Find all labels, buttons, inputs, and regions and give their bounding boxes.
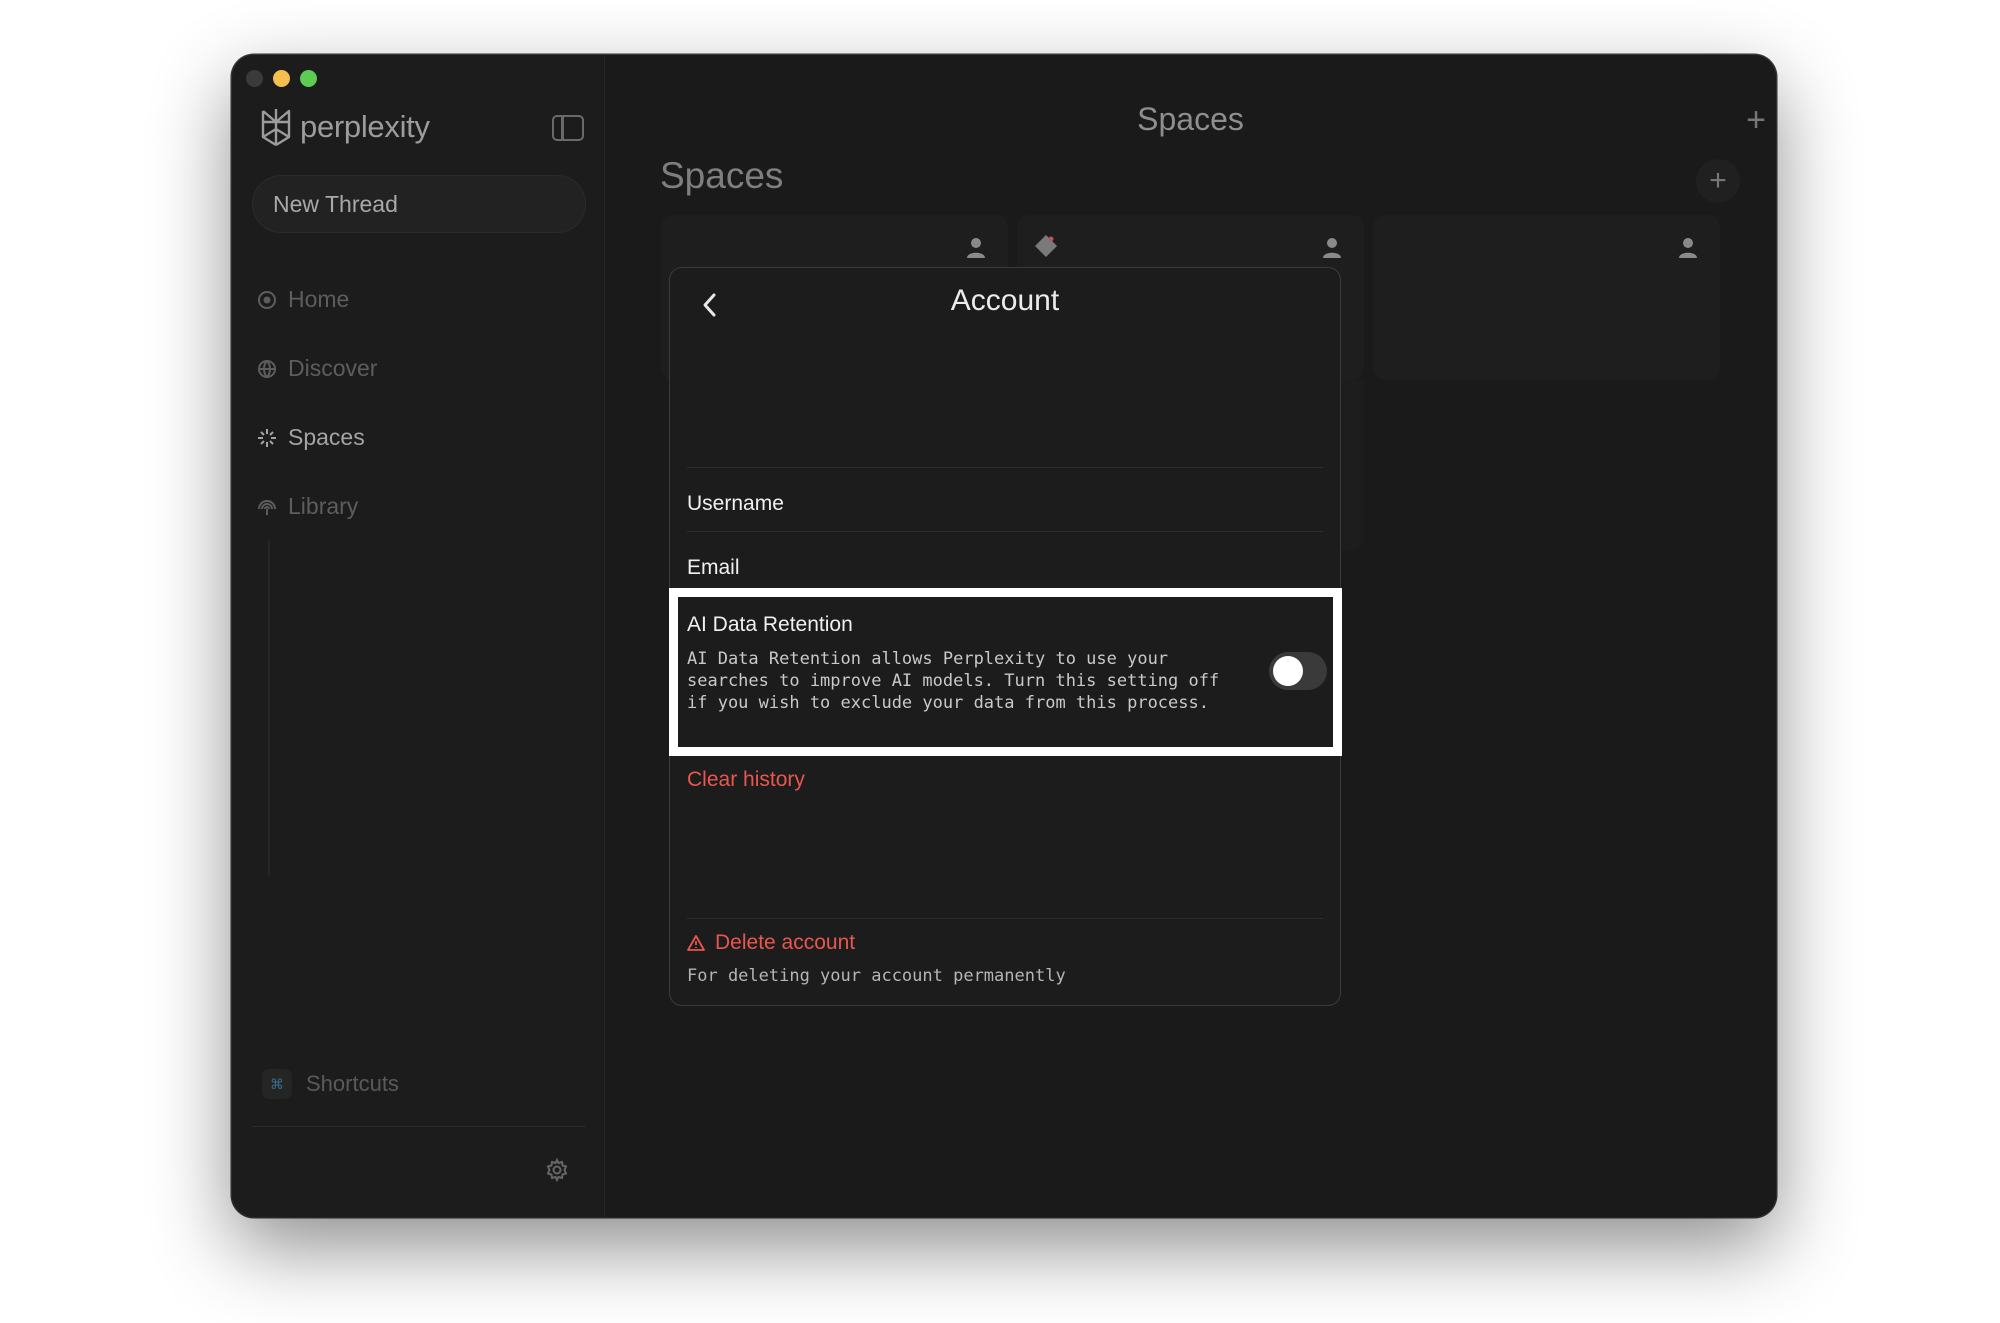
- spaces-heading: Spaces: [660, 155, 784, 196]
- sidebar-item-discover[interactable]: Discover: [256, 334, 377, 403]
- library-icon: [258, 499, 276, 515]
- sidebar-item-label: Library: [288, 493, 359, 519]
- warning-icon: [687, 935, 705, 951]
- add-space-button[interactable]: +: [1696, 159, 1740, 203]
- command-key-icon: ⌘: [262, 1069, 292, 1099]
- plus-icon: +: [1709, 164, 1727, 197]
- clear-history-button[interactable]: Clear history: [687, 768, 805, 792]
- sidebar-item-spaces[interactable]: Spaces: [256, 403, 377, 472]
- sidebar-nav: Home Discover Spaces Library: [256, 265, 377, 541]
- perplexity-logo-icon: [261, 109, 291, 147]
- divider: [687, 467, 1323, 468]
- sidebar: perplexity New Thread Home Discover Spac…: [232, 55, 605, 1217]
- divider: [687, 918, 1323, 919]
- delete-account-label: Delete account: [715, 931, 856, 954]
- delete-account-description: For deleting your account permanently: [687, 966, 1066, 986]
- minimize-window-button[interactable]: [273, 70, 290, 87]
- shortcuts-button[interactable]: ⌘ Shortcuts: [262, 1069, 399, 1099]
- username-label: Username: [687, 492, 784, 515]
- maximize-window-button[interactable]: [300, 70, 317, 87]
- tag-icon: [1035, 235, 1057, 257]
- new-thread-label: New Thread: [273, 190, 398, 217]
- gear-icon[interactable]: [545, 1158, 569, 1182]
- sidebar-toggle-icon[interactable]: [552, 115, 584, 141]
- add-icon[interactable]: +: [1746, 101, 1766, 140]
- ai-data-retention-section: AI Data Retention AI Data Retention allo…: [669, 588, 1342, 756]
- sidebar-divider: [252, 1126, 586, 1127]
- brand-logo[interactable]: perplexity: [258, 107, 430, 147]
- email-label: Email: [687, 556, 740, 579]
- sidebar-item-label: Spaces: [288, 424, 365, 450]
- shortcuts-label: Shortcuts: [306, 1071, 399, 1096]
- sidebar-item-label: Discover: [288, 355, 378, 381]
- space-card[interactable]: [1373, 215, 1720, 380]
- sidebar-item-home[interactable]: Home: [256, 265, 377, 334]
- close-window-button[interactable]: [246, 70, 263, 87]
- delete-account-button[interactable]: Delete account: [687, 931, 855, 955]
- spaces-icon: [258, 428, 276, 447]
- user-icon: [1679, 238, 1697, 258]
- user-icon: [967, 238, 985, 258]
- ai-data-retention-title: AI Data Retention: [687, 613, 853, 636]
- sidebar-item-library[interactable]: Library: [256, 472, 377, 541]
- home-search-icon: [258, 290, 276, 309]
- sidebar-item-label: Home: [288, 286, 350, 312]
- globe-icon: [258, 359, 276, 378]
- account-modal: Account Username Email AI Data Retention…: [669, 267, 1342, 1006]
- user-icon: [1323, 238, 1341, 258]
- page-title: Spaces: [1137, 101, 1244, 137]
- ai-data-retention-description: AI Data Retention allows Perplexity to u…: [687, 649, 1220, 713]
- brand-name: perplexity: [300, 109, 430, 144]
- divider: [687, 531, 1323, 532]
- new-thread-button[interactable]: New Thread: [252, 175, 586, 233]
- modal-title: Account: [950, 284, 1060, 317]
- window-controls: [246, 70, 317, 87]
- library-thread-line: [268, 540, 270, 876]
- ai-data-retention-toggle[interactable]: [1269, 652, 1327, 690]
